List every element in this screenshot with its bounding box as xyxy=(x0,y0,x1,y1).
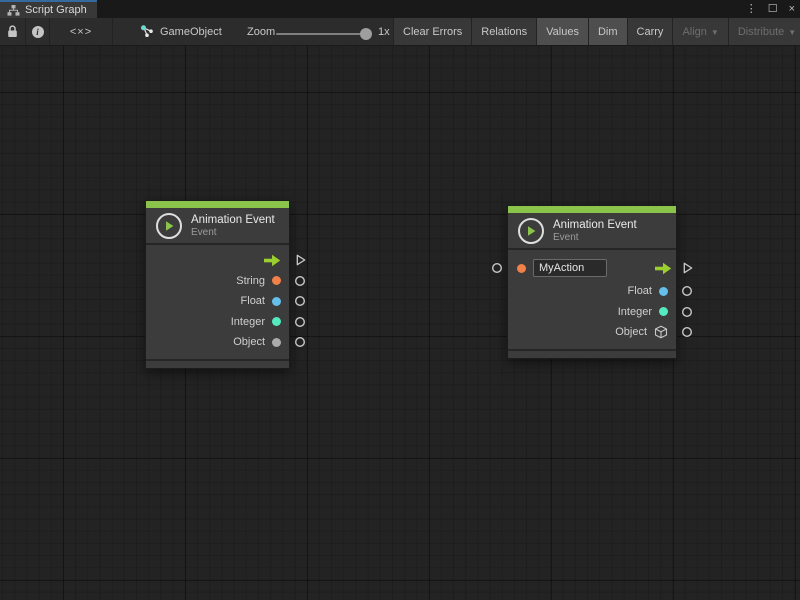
button-label: Align xyxy=(682,26,706,38)
float-type-icon xyxy=(659,287,668,296)
distribute-dropdown-button[interactable]: Distribute ▼ xyxy=(729,18,800,45)
node-title: Animation Event xyxy=(553,218,637,232)
button-label: Clear Errors xyxy=(403,26,462,38)
chevron-down-icon: ▼ xyxy=(711,28,719,37)
port-row-object: Object xyxy=(146,332,289,353)
float-type-icon xyxy=(272,297,281,306)
animation-event-node-1[interactable]: Animation Event Event xyxy=(145,200,290,369)
integer-type-icon xyxy=(659,307,668,316)
port-row-float: Float xyxy=(146,291,289,312)
button-label: Carry xyxy=(637,26,664,38)
string-type-icon xyxy=(272,276,281,285)
node-title: Animation Event xyxy=(191,213,275,227)
animation-event-node-2[interactable]: Animation Event Event xyxy=(507,205,677,359)
port-label: Float xyxy=(628,285,652,297)
script-graph-window: Script Graph ⋮ ☐ × i xyxy=(0,0,800,600)
integer-type-icon xyxy=(272,317,281,326)
button-label: Relations xyxy=(481,26,527,38)
string-port-out[interactable] xyxy=(294,275,306,287)
port-row-float: Float xyxy=(508,281,676,302)
tab-script-graph[interactable]: Script Graph xyxy=(0,0,97,18)
carry-button[interactable]: Carry xyxy=(628,18,674,45)
lock-button[interactable] xyxy=(0,18,25,45)
node-color-bar xyxy=(508,206,676,213)
port-row-string: String xyxy=(146,271,289,292)
port-label: Object xyxy=(233,336,265,348)
float-port-out[interactable] xyxy=(294,295,306,307)
node-body: String Float Integer xyxy=(146,245,289,359)
info-icon: i xyxy=(32,26,44,38)
window-close-icon[interactable]: × xyxy=(789,0,795,18)
trigger-port-out[interactable] xyxy=(683,262,693,274)
chevron-down-icon: ▼ xyxy=(788,28,796,37)
align-dropdown-button[interactable]: Align ▼ xyxy=(673,18,728,45)
lock-icon xyxy=(7,25,18,38)
node-subtitle: Event xyxy=(553,232,637,244)
zoom-label: Zoom xyxy=(247,18,275,45)
port-row-integer: Integer xyxy=(146,312,289,333)
graph-hierarchy-icon xyxy=(7,5,20,16)
values-toggle-button[interactable]: Values xyxy=(537,18,589,45)
script-graph-icon xyxy=(140,25,154,38)
button-label: Dim xyxy=(598,26,618,38)
name-input-row xyxy=(508,255,676,281)
dim-toggle-button[interactable]: Dim xyxy=(589,18,628,45)
string-port-in[interactable] xyxy=(491,262,503,274)
info-button[interactable]: i xyxy=(26,18,49,45)
node-body: Float Integer Object xyxy=(508,250,676,349)
graph-target-label: GameObject xyxy=(160,26,222,38)
event-play-icon xyxy=(518,218,544,244)
node-footer xyxy=(146,359,289,368)
window-menu-icon[interactable]: ⋮ xyxy=(746,0,757,18)
cube-icon xyxy=(654,325,668,339)
tab-bar: Script Graph ⋮ ☐ × xyxy=(0,0,800,18)
integer-port-out[interactable] xyxy=(681,306,693,318)
toolbar-separator xyxy=(112,18,113,45)
port-row-object: Object xyxy=(508,322,676,343)
port-label: Float xyxy=(241,295,265,307)
event-play-icon xyxy=(156,213,182,239)
relations-button[interactable]: Relations xyxy=(472,18,537,45)
flow-arrow-icon xyxy=(654,262,672,275)
flow-arrow-icon xyxy=(263,254,281,267)
integer-port-out[interactable] xyxy=(294,316,306,328)
node-subtitle: Event xyxy=(191,227,275,239)
node-header[interactable]: Animation Event Event xyxy=(508,213,676,250)
clear-errors-button[interactable]: Clear Errors xyxy=(393,18,472,45)
string-type-icon xyxy=(517,264,526,273)
trigger-port-out[interactable] xyxy=(296,254,306,266)
button-label: Values xyxy=(546,26,579,38)
window-controls: ⋮ ☐ × xyxy=(746,0,795,18)
zoom-value: 1x xyxy=(378,18,390,45)
trigger-output-row xyxy=(146,250,289,271)
port-label: Object xyxy=(615,326,647,338)
node-footer xyxy=(508,349,676,358)
node-header[interactable]: Animation Event Event xyxy=(146,208,289,245)
graph-canvas[interactable]: Animation Event Event xyxy=(0,46,800,600)
tab-label: Script Graph xyxy=(25,4,87,16)
edit-source-button[interactable]: <×> xyxy=(50,18,112,45)
object-type-icon xyxy=(272,338,281,347)
zoom-slider[interactable] xyxy=(276,33,372,35)
toolbar-buttons: Clear Errors Relations Values Dim Carry … xyxy=(393,18,800,45)
port-label: Integer xyxy=(231,316,265,328)
window-maximize-icon[interactable]: ☐ xyxy=(768,0,778,18)
graph-target[interactable]: GameObject xyxy=(140,18,222,45)
port-label: Integer xyxy=(618,306,652,318)
float-port-out[interactable] xyxy=(681,285,693,297)
object-port-out[interactable] xyxy=(294,336,306,348)
port-label: String xyxy=(236,275,265,287)
port-row-integer: Integer xyxy=(508,302,676,323)
node-color-bar xyxy=(146,201,289,208)
event-name-input[interactable] xyxy=(533,259,607,277)
zoom-slider-thumb[interactable] xyxy=(360,28,372,40)
button-label: Distribute xyxy=(738,26,784,38)
code-brackets-icon: <×> xyxy=(70,26,92,38)
graph-toolbar: i <×> GameObject Zoom 1x xyxy=(0,18,800,46)
object-port-out[interactable] xyxy=(681,326,693,338)
